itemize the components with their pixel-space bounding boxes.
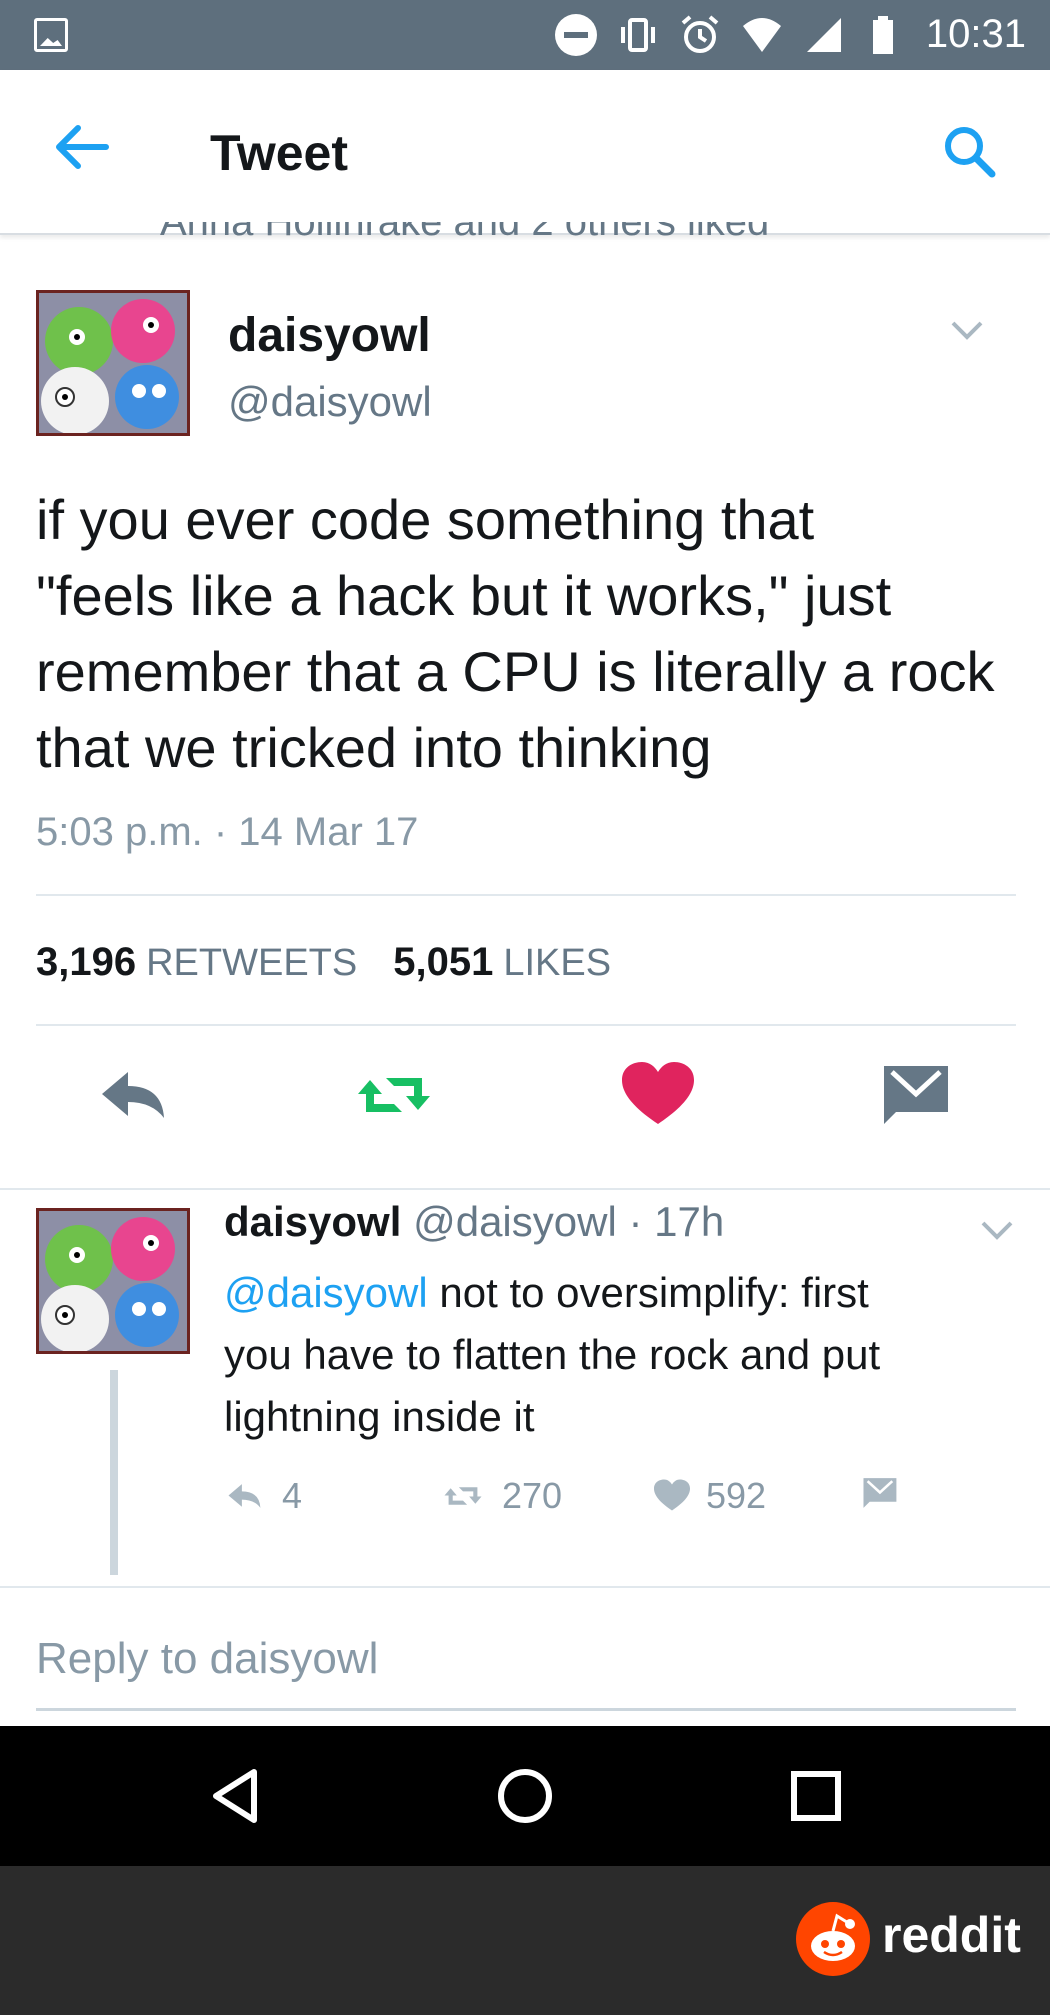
page-title: Tweet [210,125,348,181]
retweet-icon [444,1487,482,1505]
avatar-art-icon [39,1211,187,1351]
tweet-text: if you ever code something that "feels l… [36,482,1036,786]
divider [36,1024,1016,1026]
author-handle[interactable]: @daisyowl [228,378,432,426]
liked-by-text: Anna Hollinrake and 2 others liked [160,222,900,242]
chevron-down-icon[interactable] [980,1220,1014,1242]
tweet-actions [0,1060,1050,1190]
reply-input[interactable]: Reply to daisyowl [36,1610,1016,1710]
likes-count: 5,051 [393,940,494,984]
reply-text: @daisyowl not to oversimplify: first you… [224,1262,1024,1448]
app-bar: Tweet [0,70,1050,235]
tweet-timestamp: 5:03 p.m. · 14 Mar 17 [36,810,419,854]
retweet-count: 270 [502,1475,563,1516]
reply-retweet-button[interactable]: 270 [438,1475,562,1517]
reply-header: daisyowl @daisyowl · 17h [224,1198,724,1246]
reply-age: · 17h [628,1198,725,1245]
tweet-text-line: remember that a CPU is literally a rock [36,640,995,703]
tweet-text-line: that we tricked into thinking [36,716,712,779]
nav-recents-icon[interactable] [786,1766,846,1826]
status-bar: 10:31 [0,0,1050,70]
clock: 10:31 [925,12,1026,56]
thread-line [110,1370,118,1575]
reddit-watermark: reddit [0,1866,1050,2015]
reply-input-placeholder: Reply to daisyowl [36,1634,379,1683]
retweets-stat[interactable]: 3,196 RETWEETS [36,940,357,985]
liked-by-context[interactable]: Anna Hollinrake and 2 others liked [160,222,900,242]
retweets-label: RETWEETS [146,942,358,984]
signal-icon [807,18,841,52]
reply-text-fragment: not to oversimplify: first [427,1269,869,1316]
chevron-down-icon[interactable] [950,320,984,342]
reply-author-handle[interactable]: @daisyowl [413,1198,617,1245]
tweet-stats: 3,196 RETWEETS 5,051 LIKES [36,940,611,985]
heart-icon [654,1479,690,1511]
like-count: 592 [706,1475,767,1516]
wifi-icon [743,18,781,52]
reply-text-line: @daisyowl not to oversimplify: first [224,1262,1024,1324]
battery-icon [873,16,893,54]
snoo-icon [811,1913,855,1961]
alarm-icon [681,15,719,53]
reply-input-underline [36,1708,1016,1711]
system-icons [555,12,907,58]
reply-text-line: lightning inside it [224,1393,535,1440]
avatar[interactable] [36,1208,190,1354]
avatar-art-icon [39,293,187,433]
tweet-text-line: "feels like a hack but it works," just [36,564,892,627]
likes-stat[interactable]: 5,051 LIKES [393,940,611,985]
vibrate-icon [621,18,655,52]
nav-back-icon[interactable] [206,1766,266,1826]
tweet-text-line: if you ever code something that [36,488,815,551]
arrow-left-icon[interactable] [52,122,112,172]
likes-label: LIKES [503,942,612,984]
retweet-icon[interactable] [354,1060,434,1130]
gallery-icon [34,18,68,52]
navigation-bar [0,1726,1050,1866]
message-icon [863,1478,897,1508]
reddit-logo-icon [796,1902,870,1976]
divider [0,1586,1050,1588]
divider [36,894,1016,896]
heart-icon[interactable] [618,1060,698,1130]
reddit-wordmark: reddit [882,1907,1021,1963]
reply-author-name[interactable]: daisyowl [224,1198,401,1245]
avatar[interactable] [36,290,190,436]
reply-count: 4 [282,1475,303,1516]
reply-message-button[interactable] [860,1475,904,1511]
reply-text-line: you have to flatten the rock and put [224,1331,881,1378]
reply-icon [228,1484,261,1508]
retweets-count: 3,196 [36,940,137,984]
reply-actions: 4 270 592 [224,1475,984,1521]
author-name[interactable]: daisyowl [228,308,431,363]
search-icon[interactable] [940,122,1000,182]
mention-link[interactable]: @daisyowl [224,1269,428,1316]
nav-home-icon[interactable] [495,1766,555,1826]
reply-reply-button[interactable]: 4 [224,1475,302,1517]
message-icon[interactable] [880,1060,960,1130]
dnd-icon [555,14,597,56]
reply-icon[interactable] [96,1060,176,1130]
reply-like-button[interactable]: 592 [652,1475,766,1517]
